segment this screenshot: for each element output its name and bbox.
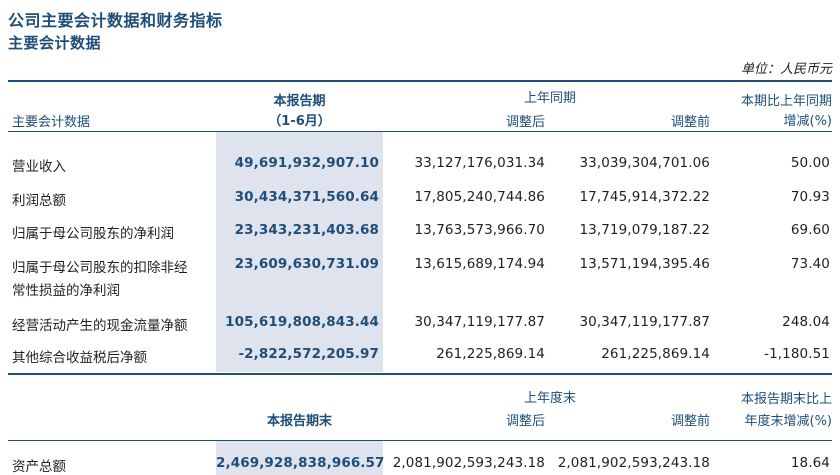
header-current-line1: 本报告期 [273, 94, 326, 109]
row-current: -2,822,572,205.97 [238, 346, 379, 362]
header2-current: 本报告期末 [266, 414, 332, 429]
row-label-line2: 常性损益的净利润 [12, 283, 120, 299]
row-label: 经营活动产生的现金流量净额 [12, 318, 188, 334]
row-change: 248.04 [782, 314, 830, 330]
header2-change-line1: 本报告期末比上 [740, 392, 832, 407]
header-prior-group: 上年同期 [523, 91, 576, 106]
header-item: 主要会计数据 [12, 115, 91, 130]
row-adjusted-before: 13,571,194,395.46 [579, 256, 710, 272]
row-adjusted-after: 13,615,689,174.94 [414, 256, 545, 272]
row-adjusted-after: 2,081,902,593,243.18 [392, 455, 545, 471]
row-adjusted-before: 261,225,869.14 [601, 346, 710, 362]
row-adjusted-before: 13,719,079,187.22 [579, 222, 710, 238]
row-current: 49,691,932,907.10 [234, 155, 379, 171]
row-change: 18.64 [790, 455, 830, 471]
row-current: 23,609,630,731.09 [234, 256, 379, 272]
row-label: 利润总额 [12, 193, 66, 209]
row-adjusted-after: 30,347,119,177.87 [414, 314, 545, 330]
header-change-line1: 本期比上年同期 [740, 94, 832, 109]
row-adjusted-before: 2,081,902,593,243.18 [557, 455, 710, 471]
row-change: 69.60 [790, 222, 830, 238]
table-section-rule [8, 373, 832, 375]
row-change: 50.00 [790, 155, 830, 171]
header2-change-line2: 年度末增减(%) [744, 414, 833, 429]
row-current: 23,343,231,403.68 [234, 222, 379, 238]
header2-adjusted-after: 调整后 [505, 414, 545, 429]
row-adjusted-before: 30,347,119,177.87 [579, 314, 710, 330]
row-change: -1,180.51 [764, 346, 830, 362]
header2-prior-group: 上年度末 [523, 391, 576, 406]
header-bottom-rule [8, 131, 832, 132]
header-change-line2: 增减(%) [783, 114, 833, 129]
header-adjusted-before: 调整前 [670, 115, 710, 130]
row-current: 2,469,928,838,966.57 [216, 455, 385, 471]
row-label: 其他综合收益税后净额 [12, 350, 147, 366]
row-adjusted-before: 17,745,914,372.22 [579, 189, 710, 205]
row-change: 73.40 [790, 256, 830, 272]
row-adjusted-before: 33,039,304,701.06 [579, 155, 710, 171]
section-title: 公司主要会计数据和财务指标 [8, 11, 223, 30]
table-top-rule [8, 80, 832, 82]
row-label: 营业收入 [12, 159, 66, 175]
currency-unit: 单位：人民币元 [740, 62, 832, 77]
row-adjusted-after: 13,763,573,966.70 [414, 222, 545, 238]
header2-adjusted-before: 调整前 [670, 414, 710, 429]
row-change: 70.93 [790, 189, 830, 205]
row-adjusted-after: 17,805,240,744.86 [414, 189, 545, 205]
section-subtitle: 主要会计数据 [8, 34, 102, 52]
row-adjusted-after: 33,127,176,031.34 [414, 155, 545, 171]
row-label: 归属于母公司股东的净利润 [12, 226, 174, 242]
header-adjusted-after: 调整后 [505, 115, 545, 130]
row-current: 105,619,808,843.44 [225, 314, 379, 330]
row-current: 30,434,371,560.64 [234, 189, 379, 205]
row-adjusted-after: 261,225,869.14 [436, 346, 545, 362]
header-current-line2: （1-6月） [268, 114, 331, 129]
header2-bottom-rule [8, 440, 832, 441]
row-label: 资产总额 [12, 459, 66, 475]
row-label: 归属于母公司股东的扣除非经 [12, 260, 188, 276]
